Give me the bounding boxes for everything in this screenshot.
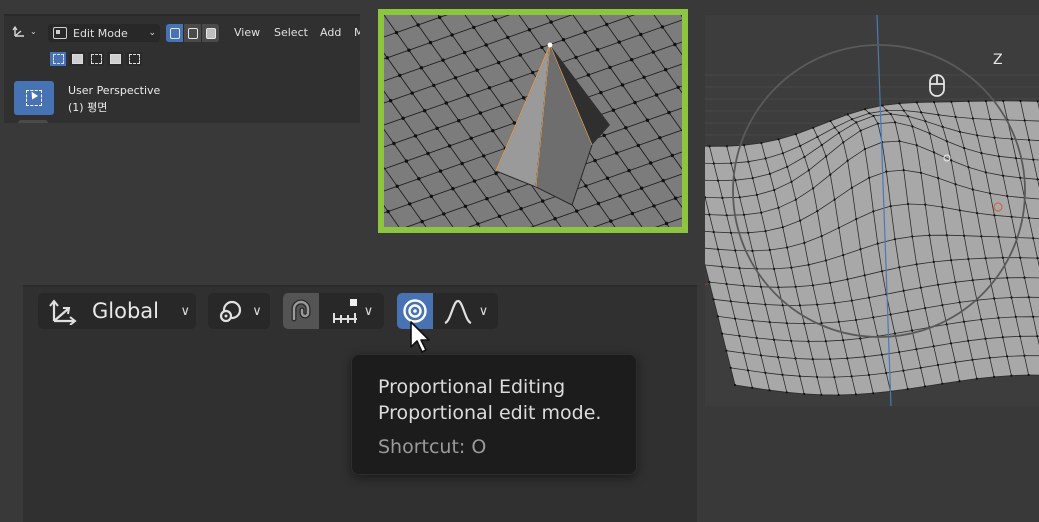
pivot-point-dropdown[interactable]: ∨ [208, 293, 270, 329]
select-mode-group [166, 24, 220, 42]
snap-magnet-icon [291, 299, 311, 322]
select-invert-button[interactable] [107, 52, 123, 66]
chevron-down-icon: ∨ [478, 303, 489, 319]
object-info: (1) 평면 [68, 101, 108, 114]
transform-orientation-dropdown[interactable]: Global ∨ [38, 293, 196, 329]
vertex-select-icon [169, 27, 180, 39]
falloff-dropdown[interactable]: ∨ [433, 297, 498, 325]
menu-select[interactable]: Select [274, 26, 308, 39]
menu-view[interactable]: View [234, 26, 260, 39]
select-invert-icon [109, 54, 121, 64]
chevron-down-icon: ⌄ [30, 27, 37, 36]
select-subtract-button[interactable] [88, 52, 104, 66]
header-row: ⌄ Edit Mode ⌄ View Select Add M [4, 20, 360, 42]
transform-orientation-icon [49, 299, 77, 325]
menu-mesh[interactable]: M [354, 26, 360, 39]
select-box-icon [26, 90, 42, 106]
face-select-icon [205, 27, 216, 39]
edge-select-button[interactable] [184, 24, 202, 42]
tooltip-description: Proportional edit mode. [378, 402, 602, 424]
snap-toggle-button[interactable] [283, 293, 319, 329]
menu-add[interactable]: Add [320, 26, 341, 39]
orientation-label: Global [92, 299, 159, 323]
proportional-viewport: Z [705, 15, 1039, 406]
falloff-curve-icon [444, 299, 472, 325]
vertex-select-button[interactable] [166, 24, 184, 42]
mouse-icon [929, 74, 945, 97]
pivot-point-icon [220, 300, 242, 323]
mouse-cursor-icon [410, 321, 430, 353]
select-extend-icon [71, 54, 83, 64]
chevron-down-icon: ⌄ [148, 28, 156, 38]
pyramid-mesh-image [384, 15, 682, 227]
select-new-button[interactable] [50, 52, 66, 66]
select-intersect-icon [128, 54, 140, 64]
selected-vertex [547, 42, 553, 48]
mode-dropdown[interactable]: Edit Mode ⌄ [48, 24, 160, 42]
snap-target-dropdown[interactable]: ∨ [319, 293, 384, 329]
viewport-info: User Perspective (1) 평면 [68, 82, 160, 116]
face-select-button[interactable] [202, 24, 220, 42]
wave-mesh-image [705, 15, 1039, 406]
z-axis-label: Z [993, 52, 1003, 68]
axis-editor-icon [12, 25, 24, 37]
proportional-editing-tooltip: Proportional Editing Proportional edit m… [351, 354, 637, 475]
pyramid-preview [378, 9, 688, 233]
mode-label: Edit Mode [73, 26, 128, 40]
select-intersect-button[interactable] [126, 52, 142, 66]
tooltip-title: Proportional Editing [378, 376, 566, 398]
chevron-down-icon: ∨ [252, 303, 262, 319]
edge-select-icon [187, 27, 198, 39]
chevron-down-icon: ∨ [180, 303, 190, 319]
snapping-group: ∨ [283, 293, 384, 329]
edit-mode-icon [53, 27, 67, 39]
select-new-icon [52, 54, 64, 64]
select-box-tool-button[interactable] [14, 81, 54, 115]
editor-type-button[interactable]: ⌄ [12, 23, 44, 40]
tooltip-shortcut: Shortcut: O [378, 436, 487, 458]
chevron-down-icon: ∨ [363, 303, 374, 319]
tool-button-stub[interactable] [18, 120, 48, 123]
snap-increment-icon [332, 299, 357, 323]
select-extend-button[interactable] [69, 52, 85, 66]
mesh-surface [705, 100, 1039, 395]
selection-ops-row [50, 52, 142, 66]
select-subtract-icon [90, 54, 102, 64]
viewport-name: User Perspective [68, 84, 161, 97]
viewport-header: ⌄ Edit Mode ⌄ View Select Add M User Per… [4, 14, 360, 123]
